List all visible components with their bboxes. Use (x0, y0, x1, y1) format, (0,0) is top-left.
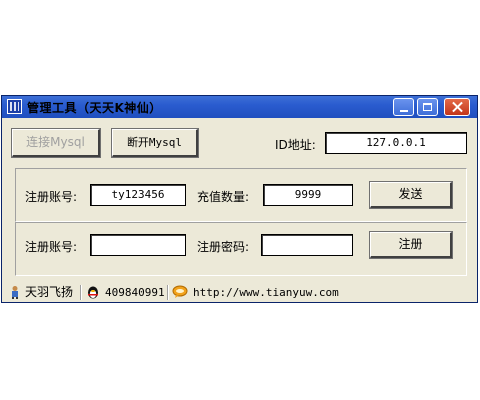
connect-mysql-button[interactable]: 连接Mysql (11, 128, 101, 158)
status-divider (80, 285, 82, 300)
recharge-amount-label: 充值数量: (197, 190, 250, 204)
maximize-button[interactable] (417, 98, 438, 116)
title-bar[interactable]: 管理工具（天天K神仙） (2, 96, 477, 118)
user-icon (12, 286, 18, 299)
chat-bubble-icon (172, 285, 188, 298)
status-username: 天羽飞扬 (25, 285, 74, 299)
status-bar: 天羽飞扬 409840991 http://www.tianyuw.com (4, 284, 475, 301)
recharge-amount-input[interactable]: 9999 (263, 184, 353, 206)
minimize-button[interactable] (393, 98, 414, 116)
send-button[interactable]: 发送 (369, 181, 453, 209)
recharge-account-label: 注册账号: (25, 190, 78, 204)
recharge-account-input[interactable]: ty123456 (90, 184, 186, 206)
register-account-label: 注册账号: (25, 240, 78, 254)
ip-label: ID地址: (275, 138, 316, 152)
app-icon (7, 99, 22, 114)
register-password-label: 注册密码: (197, 240, 250, 254)
status-divider (167, 285, 169, 300)
status-website-link[interactable]: http://www.tianyuw.com (193, 285, 339, 300)
ip-address-input[interactable]: 127.0.0.1 (325, 132, 467, 154)
register-account-input[interactable] (90, 234, 186, 256)
status-qq-number: 409840991 (105, 286, 165, 299)
register-password-input[interactable] (261, 234, 353, 256)
disconnect-mysql-button[interactable]: 断开Mysql (111, 128, 199, 158)
window-title: 管理工具（天天K神仙） (27, 101, 162, 115)
qq-penguin-icon (88, 286, 98, 299)
register-button[interactable]: 注册 (369, 231, 453, 259)
close-button[interactable] (444, 98, 470, 116)
app-window: 管理工具（天天K神仙） 连接Mysql 断开Mysql ID地址: 127.0.… (1, 95, 478, 303)
